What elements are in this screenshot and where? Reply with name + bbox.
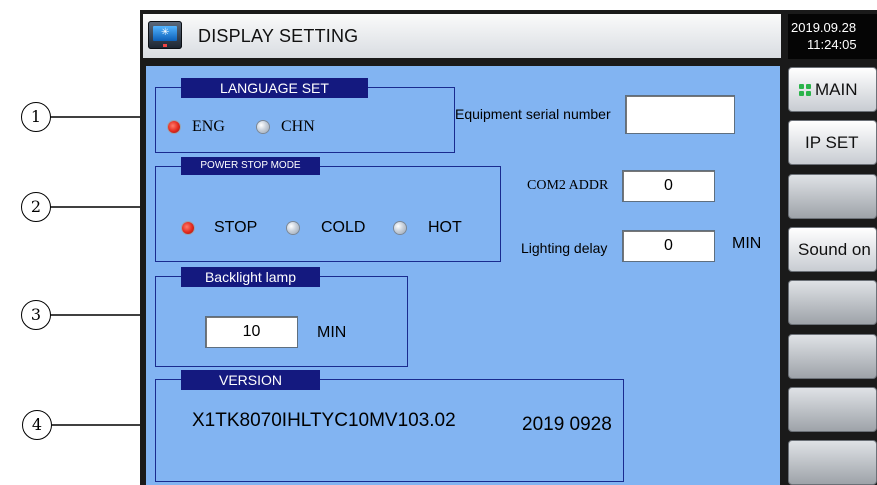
display-icon: ✳ — [148, 21, 182, 49]
grid-icon — [799, 84, 811, 96]
sound-on-button-label: Sound on — [798, 240, 871, 259]
ip-set-button-label: IP SET — [805, 133, 859, 152]
lighting-unit: MIN — [732, 235, 762, 252]
radio-eng[interactable] — [168, 121, 180, 133]
radio-chn-label[interactable]: CHN — [281, 118, 315, 136]
sidebar-button-8[interactable] — [788, 440, 877, 485]
clock-date: 2019.09.28 — [791, 20, 857, 35]
backlight-legend: Backlight lamp — [181, 267, 320, 287]
clock: 2019.09.28 11:24:05 — [788, 14, 877, 59]
version-date: 2019 0928 — [522, 414, 612, 435]
language-legend: LANGUAGE SET — [181, 78, 368, 98]
com2-input[interactable]: 0 — [622, 170, 715, 202]
power-stop-legend: POWER STOP MODE — [181, 157, 320, 175]
lighting-label: Lighting delay — [521, 240, 608, 256]
callout-2: 2 — [21, 192, 51, 222]
sidebar-button-7[interactable] — [788, 387, 877, 432]
radio-cold[interactable] — [287, 222, 299, 234]
callout-1: 1 — [21, 102, 51, 132]
radio-eng-label[interactable]: ENG — [192, 118, 225, 136]
main-button[interactable]: MAIN — [788, 67, 877, 112]
com2-label: COM2 ADDR — [527, 178, 609, 193]
radio-chn[interactable] — [257, 121, 269, 133]
backlight-input[interactable]: 10 — [205, 316, 298, 348]
page-title: DISPLAY SETTING — [198, 26, 359, 46]
radio-stop[interactable] — [182, 222, 194, 234]
backlight-unit: MIN — [317, 324, 347, 341]
sidebar-button-3[interactable] — [788, 174, 877, 219]
radio-hot-label[interactable]: HOT — [428, 219, 462, 237]
callout-3: 3 — [21, 300, 51, 330]
power-stop-group — [155, 166, 501, 262]
radio-stop-label[interactable]: STOP — [214, 219, 257, 237]
callout-4: 4 — [22, 410, 52, 440]
serial-input[interactable] — [625, 95, 735, 134]
version-code: X1TK8070IHLTYC10MV103.02 — [192, 410, 456, 431]
sidebar-button-5[interactable] — [788, 280, 877, 325]
sidebar-button-6[interactable] — [788, 334, 877, 379]
radio-cold-label[interactable]: COLD — [321, 219, 365, 237]
clock-time: 11:24:05 — [807, 37, 857, 52]
version-legend: VERSION — [181, 370, 320, 390]
radio-hot[interactable] — [394, 222, 406, 234]
serial-label: Equipment serial number — [455, 106, 611, 122]
lighting-input[interactable]: 0 — [622, 230, 715, 262]
main-button-label: MAIN — [815, 80, 858, 99]
sound-on-button[interactable]: Sound on — [788, 227, 877, 272]
ip-set-button[interactable]: IP SET — [788, 120, 877, 165]
